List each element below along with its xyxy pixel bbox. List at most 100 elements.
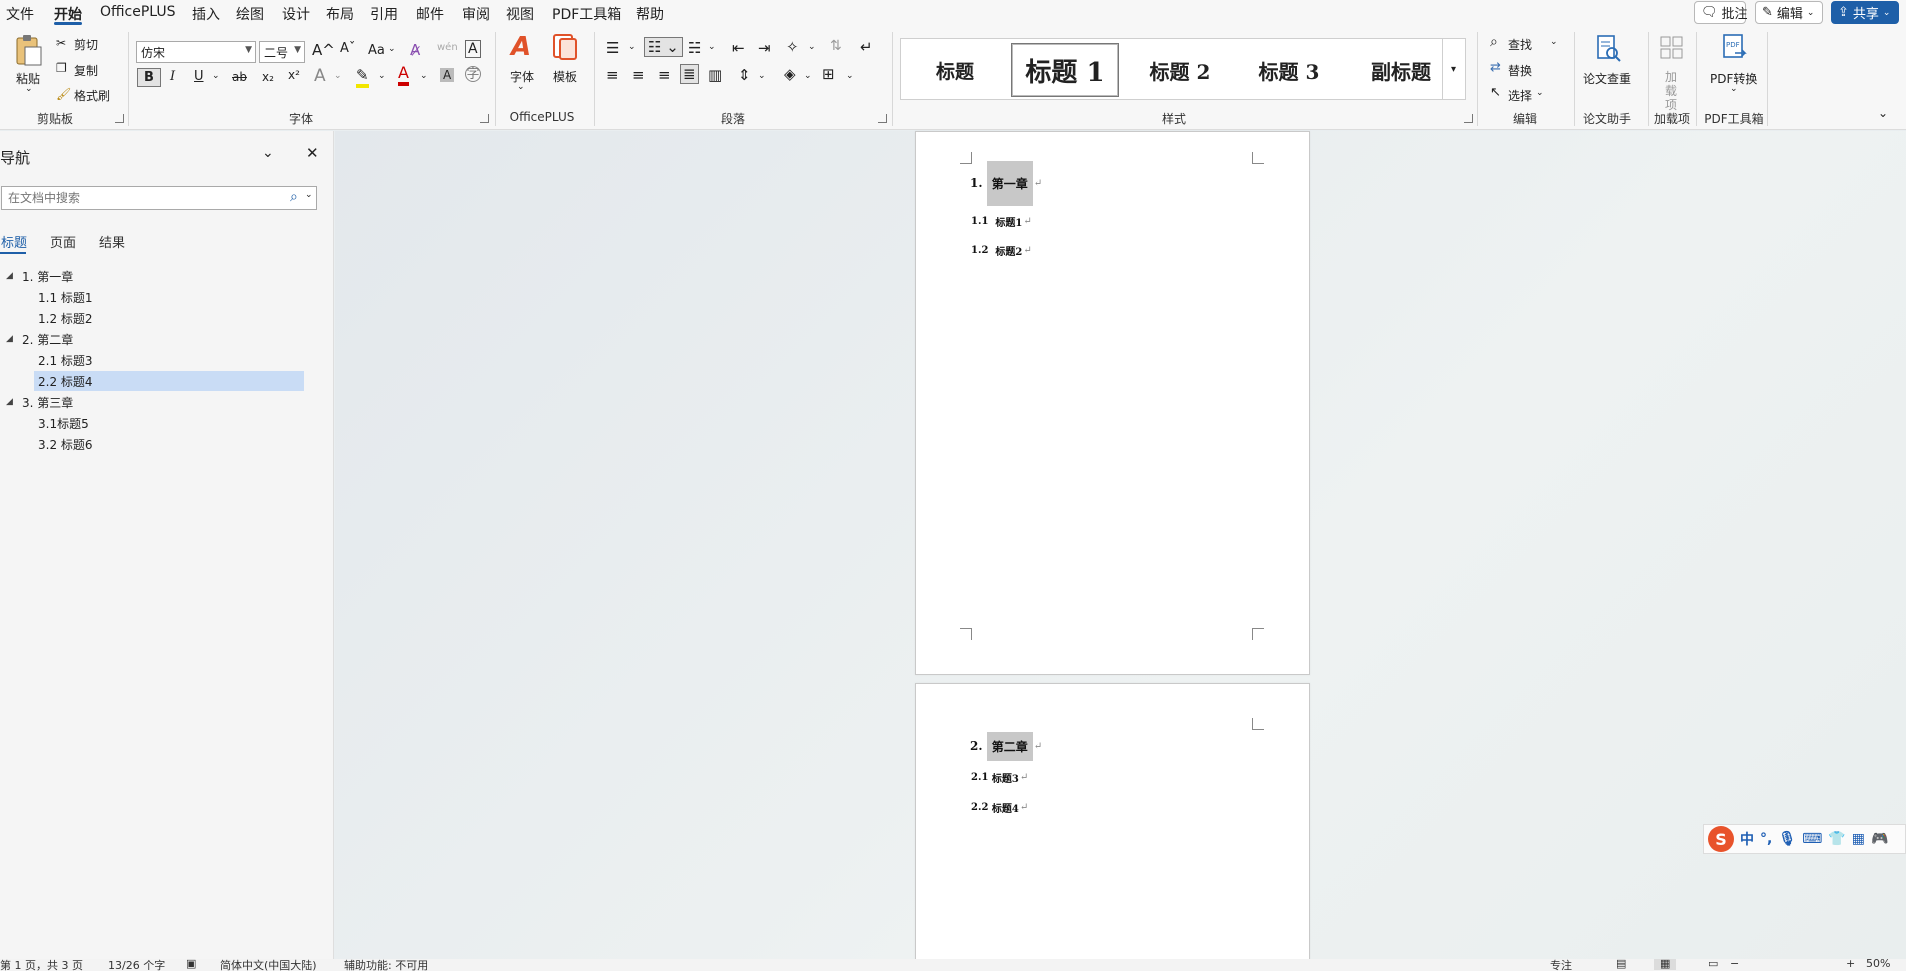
chevron-down-icon[interactable]: ⌄: [1550, 37, 1558, 47]
style-heading-2[interactable]: 标题 2: [1129, 43, 1231, 97]
accessibility-status[interactable]: 辅助功能: 不可用: [344, 959, 428, 971]
tab-headings[interactable]: 标题: [1, 232, 27, 251]
zoom-in-icon[interactable]: +: [1846, 959, 1855, 970]
character-shading-icon[interactable]: A: [440, 68, 455, 82]
doc-heading-2[interactable]: 1.2 标题2 ↵: [971, 243, 1032, 258]
collapse-ribbon-icon[interactable]: ⌄: [1878, 106, 1888, 120]
styles-launcher-icon[interactable]: [1464, 114, 1473, 123]
nav-heading-item[interactable]: ◢ 2. 第二章: [0, 329, 306, 349]
menu-file[interactable]: 文件: [6, 4, 34, 24]
tab-results[interactable]: 结果: [99, 232, 125, 251]
chevron-down-icon[interactable]: ⌄: [334, 71, 342, 81]
menu-mailings[interactable]: 邮件: [416, 4, 444, 24]
chevron-down-icon[interactable]: ⌄: [378, 71, 386, 81]
document-page[interactable]: 2. 第二章 ↵ 2.1 标题3 ↵ 2.2 标题4 ↵: [915, 683, 1310, 971]
page-count[interactable]: 第 1 页，共 3 页: [0, 959, 83, 971]
nav-heading-item-selected[interactable]: 2.2 标题4: [34, 371, 304, 391]
ime-mode-toggle[interactable]: 中: [1740, 829, 1754, 849]
align-left-icon[interactable]: ≡: [606, 66, 619, 84]
style-heading-3[interactable]: 标题 3: [1239, 43, 1339, 97]
superscript-button[interactable]: x²: [288, 68, 300, 82]
phonetic-guide-icon[interactable]: wén: [437, 42, 458, 53]
language-indicator[interactable]: 简体中文(中国大陆): [220, 959, 317, 971]
decrease-indent-icon[interactable]: ⇤: [732, 39, 745, 57]
format-painter-button[interactable]: 格式刷: [74, 87, 110, 104]
edit-mode-button[interactable]: ✎ 编辑 ⌄: [1755, 1, 1823, 24]
justify-icon[interactable]: ≣: [680, 64, 699, 84]
sogou-logo-icon[interactable]: S: [1708, 826, 1734, 852]
replace-button[interactable]: 替换: [1508, 62, 1532, 79]
character-border-icon[interactable]: A: [465, 40, 481, 58]
copy-button[interactable]: 复制: [74, 62, 98, 79]
nav-heading-item[interactable]: 3.2 标题6: [0, 434, 306, 454]
menu-layout[interactable]: 布局: [326, 4, 354, 24]
microphone-icon[interactable]: 🎙: [1778, 831, 1796, 847]
nav-options-chevron-icon[interactable]: ⌄: [262, 145, 274, 161]
word-count[interactable]: 13/26 个字: [108, 959, 165, 971]
chinese-layout-icon[interactable]: ✧: [786, 38, 799, 56]
chevron-down-icon[interactable]: ⌄: [420, 71, 428, 81]
paper-check-button[interactable]: 论文查重: [1583, 70, 1631, 87]
menu-insert[interactable]: 插入: [192, 4, 220, 24]
comment-button[interactable]: 🗨 批注: [1694, 1, 1748, 24]
paste-dropdown-icon[interactable]: ⌄: [25, 84, 33, 94]
style-subtitle[interactable]: 副标题: [1349, 43, 1453, 97]
strikethrough-button[interactable]: ab: [232, 70, 247, 84]
nav-heading-item[interactable]: 1.1 标题1: [0, 287, 306, 307]
select-button[interactable]: 选择: [1508, 87, 1532, 104]
read-mode-icon[interactable]: ▤: [1616, 959, 1626, 970]
officeplus-font-icon[interactable]: A: [505, 32, 537, 62]
menu-review[interactable]: 审阅: [462, 4, 490, 24]
paper-check-icon[interactable]: [1594, 34, 1622, 62]
bullets-icon[interactable]: ☰: [606, 39, 619, 57]
cut-button[interactable]: 剪切: [74, 36, 98, 53]
menu-officeplus[interactable]: OfficePLUS: [100, 4, 176, 20]
expand-triangle-icon[interactable]: ◢: [6, 271, 13, 281]
underline-button[interactable]: U: [194, 69, 204, 84]
officeplus-template-icon[interactable]: [550, 32, 580, 62]
align-right-icon[interactable]: ≡: [658, 66, 671, 84]
nav-heading-item[interactable]: 3.1标题5: [0, 413, 306, 433]
subscript-button[interactable]: x₂: [262, 70, 274, 84]
chevron-down-icon[interactable]: ⌄: [388, 44, 396, 54]
doc-heading-1[interactable]: 2. 第二章 ↵: [970, 731, 1042, 761]
web-layout-icon[interactable]: ▭: [1708, 959, 1718, 970]
style-heading-1[interactable]: 标题 1: [1011, 43, 1119, 97]
officeplus-template-button[interactable]: 模板: [553, 68, 577, 85]
addins-button[interactable]: 加载项: [1664, 70, 1678, 112]
close-icon[interactable]: ✕: [306, 144, 319, 162]
change-case-button[interactable]: Aa: [368, 43, 385, 58]
clipboard-launcher-icon[interactable]: [115, 114, 124, 123]
show-marks-icon[interactable]: ↵: [860, 38, 873, 56]
zoom-level[interactable]: 50%: [1866, 959, 1890, 970]
style-title[interactable]: 标题: [911, 43, 999, 97]
document-canvas[interactable]: 1. 第一章 ↵ 1.1 标题1 ↵ 1.2 标题2 ↵ 2. 第二章 ↵ 2.1 标题…: [335, 131, 1906, 971]
game-controller-icon[interactable]: 🎮: [1871, 831, 1888, 847]
expand-triangle-icon[interactable]: ◢: [6, 334, 13, 344]
focus-mode-button[interactable]: 专注: [1550, 959, 1572, 971]
addins-grid-icon[interactable]: [1658, 34, 1686, 62]
numbering-icon[interactable]: ☷ ⌄: [644, 37, 683, 57]
doc-heading-2[interactable]: 2.1 标题3 ↵: [971, 770, 1028, 785]
menu-help[interactable]: 帮助: [636, 4, 664, 24]
font-launcher-icon[interactable]: [480, 114, 489, 123]
chevron-down-icon[interactable]: ⌄: [517, 82, 525, 92]
expand-triangle-icon[interactable]: ◢: [6, 397, 13, 407]
doc-heading-2[interactable]: 2.2 标题4 ↵: [971, 800, 1028, 815]
punctuation-icon[interactable]: °,: [1760, 831, 1772, 847]
sort-icon[interactable]: ⇅: [830, 38, 842, 54]
chevron-down-icon[interactable]: ⌄: [804, 71, 812, 81]
find-button[interactable]: 查找: [1508, 36, 1532, 53]
search-icon[interactable]: ⌕: [290, 189, 298, 205]
paragraph-launcher-icon[interactable]: [878, 114, 887, 123]
enclose-characters-icon[interactable]: 字: [465, 66, 481, 82]
clear-formatting-icon[interactable]: A̷: [410, 41, 420, 59]
search-input[interactable]: [2, 187, 282, 209]
shrink-font-icon[interactable]: Aˇ: [340, 41, 355, 56]
menu-view[interactable]: 视图: [506, 4, 534, 24]
paste-icon[interactable]: [10, 32, 46, 68]
menu-design[interactable]: 设计: [282, 4, 310, 24]
multilevel-list-icon[interactable]: ☵: [688, 39, 701, 57]
chevron-down-icon[interactable]: ⌄: [708, 42, 716, 52]
nav-heading-item[interactable]: ◢ 1. 第一章: [0, 266, 306, 286]
